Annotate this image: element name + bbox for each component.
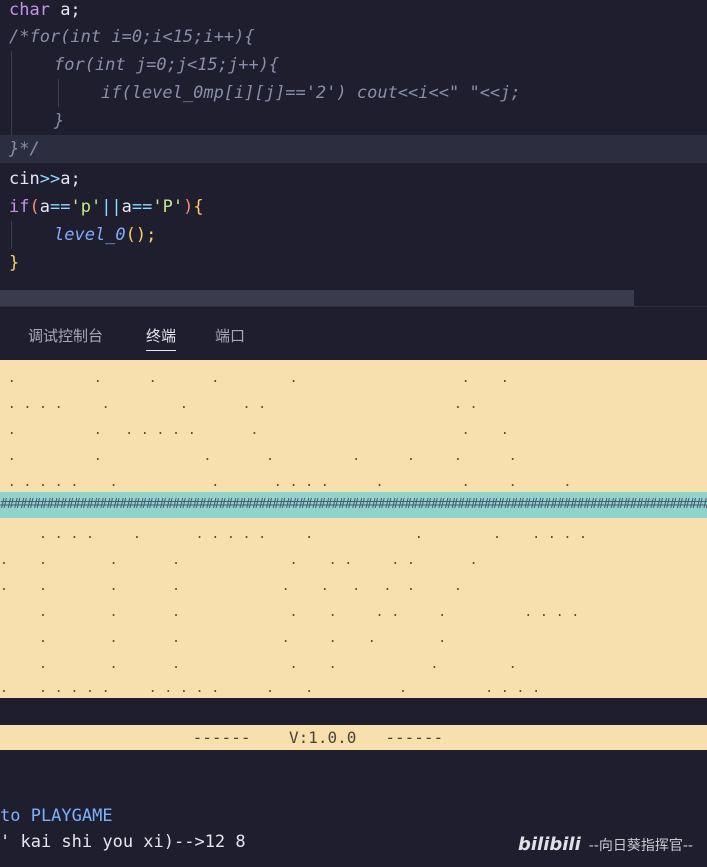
operator: == [49,197,71,217]
indent-guide [58,79,59,107]
horizontal-scrollbar[interactable] [0,290,634,306]
map-row: . . . . . . . [0,371,509,386]
keyword-if: if [9,197,30,217]
watermark: bilibili --向日葵指挥官-- [518,834,693,855]
map-row: . . . . . . . . . . [0,579,462,594]
terminal-output-line: to PLAYGAME [0,806,113,826]
paren: ) [183,197,194,217]
tab-debug-console[interactable]: 调试控制台 [28,325,103,346]
bilibili-logo: bilibili [517,834,581,855]
terminal-panel[interactable]: . . . . . . . . . . . . . . . . . . . . … [0,360,707,867]
operator: >> [39,169,61,189]
comment-line: /*for(int i=0;i<15;i++){ [9,27,255,47]
string-literal: 'p' [70,197,102,217]
comment-line-current: }*/ [0,135,707,163]
tab-ports[interactable]: 端口 [215,325,245,346]
string-literal: 'P' [152,197,184,217]
code-line: } [9,253,20,273]
game-map: . . . . . . . . . . . . . . . . . . . . … [0,360,707,698]
map-row: . . . . . . . . . . [0,397,478,412]
map-wall-row: ########################################… [0,492,707,518]
version-banner: ------ V:1.0.0 ------ [0,725,707,750]
map-row: . . . . . . . . . . . . [0,605,580,620]
map-row: . . . . . . . . . . . . . . . . . . [0,681,541,696]
panel-divider [0,306,707,307]
code-text: cin [9,169,40,189]
brace: { [193,197,204,217]
code-line: char a; [0,0,707,24]
watermark-text: --向日葵指挥官-- [588,838,693,854]
code-line: cin>>a; [0,165,707,193]
tab-terminal[interactable]: 终端 [146,325,177,351]
indent-guide [11,221,12,249]
code-text: a [39,197,50,217]
comment-line: } [54,111,65,131]
indent-guide [11,51,12,135]
comment-line: if(level_0mp[i][j]=='2') cout<<i<<" "<<j… [101,83,521,103]
panel-tab-bar: 调试控制台 终端 端口 [0,308,707,360]
map-row: . . . . . . . . . . . . . . . . . [0,527,587,542]
terminal-output-line: ' kai shi you xi)-->12 8 [0,832,246,852]
code-text: a [121,197,132,217]
code-text: (); [125,225,157,245]
map-row: . . . . . . . . . . [0,553,478,568]
code-text: a; [49,0,81,20]
map-row: . . . . . . . [0,657,517,672]
code-editor[interactable]: char a; /*for(int i=0;i<15;i++){ for(int… [0,0,707,290]
map-row: . . . . . . . . [0,449,517,464]
function-call: level_0 [54,225,126,245]
operator: || [101,197,122,217]
map-row: . . . . . . . . . . [0,423,509,438]
paren: ( [29,197,40,217]
operator: == [131,197,153,217]
comment-line: for(int j=0;j<15;j++){ [54,55,280,75]
code-line: level_0(); [0,221,707,249]
keyword-char: char [9,0,50,20]
map-row: . . . . . . . [0,631,447,646]
code-text: a; [60,169,81,189]
code-line: if(a=='p'||a=='P'){ [0,193,707,221]
